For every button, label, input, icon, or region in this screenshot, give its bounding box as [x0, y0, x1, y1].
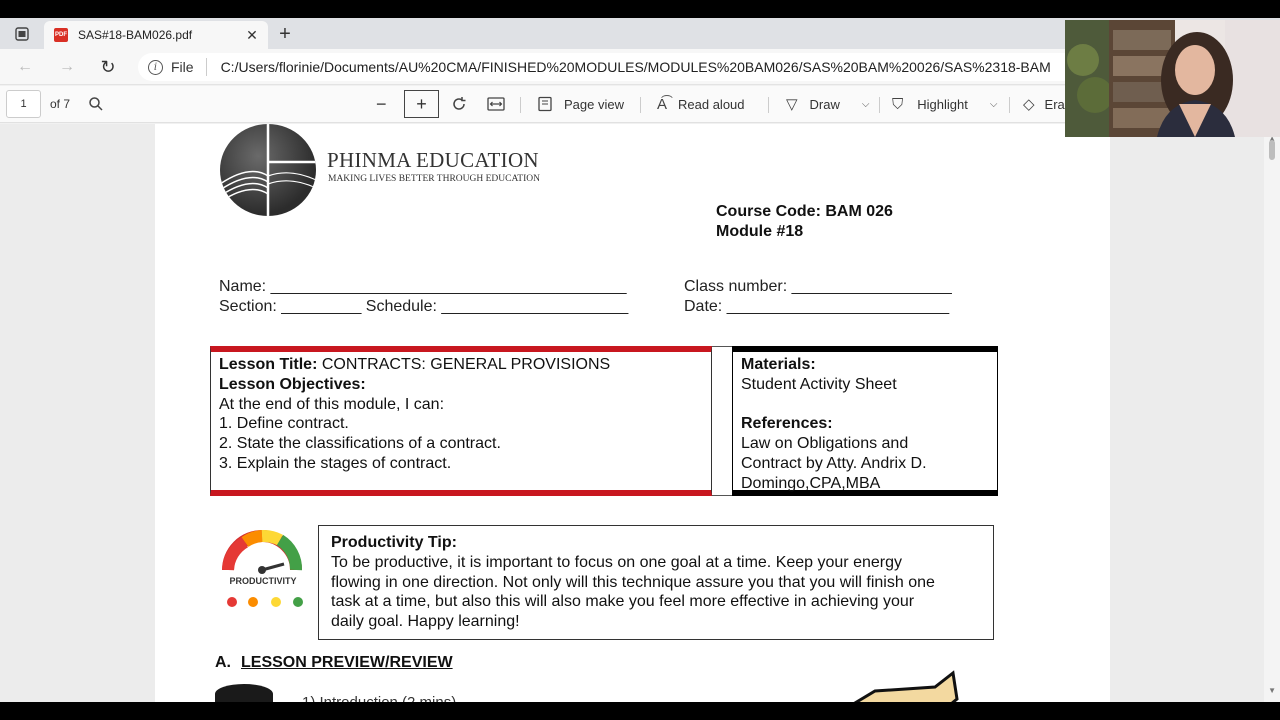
draw-button[interactable]: ▽ Draw ⌵ [786, 90, 869, 118]
course-code: Course Code: BAM 026 [716, 203, 893, 220]
refresh-icon[interactable]: ↻ [97, 56, 119, 78]
materials-value: Student Activity Sheet [741, 375, 897, 393]
new-tab-button[interactable]: + [274, 23, 296, 45]
name-field: Name: __________________________________… [219, 278, 627, 295]
pdf-file-icon: PDF [54, 28, 68, 42]
toolbar-divider [1009, 97, 1010, 113]
module-number: Module #18 [716, 223, 804, 240]
read-aloud-icon: A͡ [657, 95, 668, 113]
box-connector [712, 346, 732, 496]
zoom-out-icon[interactable]: − [376, 90, 387, 118]
page-number-input[interactable]: 1 [6, 90, 41, 118]
address-divider [205, 58, 207, 76]
tip-heading: Productivity Tip: [331, 534, 457, 551]
fit-width-icon[interactable] [487, 90, 505, 118]
pdf-page: PHINMA EDUCATION MAKING LIVES BETTER THR… [155, 124, 1110, 702]
reference-line: Contract by Atty. Andrix D. [741, 454, 927, 472]
eraser-icon: ◇ [1023, 96, 1035, 113]
url-text[interactable]: C:/Users/florinie/Documents/AU%20CMA/FIN… [221, 59, 1051, 75]
reference-line: Law on Obligations and [741, 435, 909, 453]
draw-label: Draw [809, 96, 840, 112]
intro-line: 1) Introduction (2 mins) [302, 694, 456, 702]
scrollbar[interactable]: ▲ ▼ [1264, 124, 1280, 702]
chevron-down-icon[interactable]: ⌵ [862, 99, 870, 110]
gauge-label: PRODUCTIVITY [229, 576, 297, 586]
chevron-down-icon[interactable]: ⌵ [990, 99, 998, 110]
objective-item: 3. Explain the stages of contract. [219, 454, 452, 472]
scroll-down-icon[interactable]: ▼ [1268, 686, 1276, 695]
objectives-intro: At the end of this module, I can: [219, 395, 445, 413]
tab-actions-icon[interactable] [10, 24, 34, 44]
materials-heading: Materials: [741, 356, 816, 373]
toolbar-divider [520, 97, 521, 113]
date-field: Date: _________________________ [684, 298, 950, 315]
info-icon[interactable]: i [148, 59, 163, 75]
tip-line: task at a time, but also this will also … [331, 593, 915, 611]
tip-line: daily goal. Happy learning! [331, 613, 520, 631]
page-total: of 7 [50, 97, 71, 111]
page-view-label: Page view [564, 96, 624, 112]
productivity-tip-box: Productivity Tip: To be productive, it i… [318, 525, 994, 640]
clipart-icon [835, 669, 959, 702]
highlight-button[interactable]: ⛉ Highlight ⌵ [892, 90, 997, 118]
erase-button[interactable]: ◇ Era [1023, 90, 1065, 118]
page-view-icon [538, 96, 552, 112]
zoom-in-icon[interactable]: + [404, 90, 439, 118]
highlight-label: Highlight [917, 96, 968, 112]
graduation-cap-icon [215, 684, 273, 702]
read-aloud-button[interactable]: A͡ Read aloud [657, 90, 745, 118]
read-aloud-label: Read aloud [678, 96, 745, 112]
toolbar-divider [879, 97, 880, 113]
course-info: Course Code: BAM 026 Module #18 [716, 202, 893, 242]
rotate-icon[interactable] [451, 90, 467, 118]
back-arrow-icon[interactable]: ← [14, 56, 36, 78]
section-heading: A. LESSON PREVIEW/REVIEW [215, 654, 453, 671]
objectives-heading: Lesson Objectives: [219, 375, 366, 393]
page-view-button[interactable]: Page view [537, 90, 624, 118]
erase-label: Era [1044, 96, 1065, 112]
phinma-logo-icon [220, 124, 316, 216]
search-icon[interactable] [88, 90, 104, 118]
class-number-field: Class number: __________________ [684, 278, 952, 295]
references-heading: References: [741, 415, 833, 433]
close-icon[interactable]: ✕ [242, 27, 262, 44]
section-schedule-field: Section: _________ Schedule: ___________… [219, 298, 629, 315]
brand-name: PHINMA EDUCATION [327, 148, 539, 172]
tab-title: SAS#18-BAM026.pdf [78, 28, 193, 42]
objective-item: 1. Define contract. [219, 415, 349, 433]
objective-item: 2. State the classifications of a contra… [219, 435, 501, 453]
forward-arrow-icon[interactable]: → [56, 56, 78, 78]
brand-tagline: MAKING LIVES BETTER THROUGH EDUCATION [328, 174, 540, 184]
scroll-thumb[interactable] [1269, 140, 1275, 160]
webcam-overlay [1065, 20, 1280, 137]
toolbar-divider [640, 97, 641, 113]
file-label: File [171, 59, 194, 75]
tip-line: flowing in one direction. Not only will … [331, 573, 935, 591]
tip-line: To be productive, it is important to foc… [331, 553, 902, 571]
toolbar-divider [768, 97, 769, 113]
pdf-viewer[interactable]: PHINMA EDUCATION MAKING LIVES BETTER THR… [0, 124, 1280, 702]
tab-pdf[interactable]: PDF SAS#18-BAM026.pdf ✕ [44, 21, 268, 49]
reference-line: Domingo,CPA,MBA [741, 474, 881, 492]
lesson-title: Lesson Title: CONTRACTS: GENERAL PROVISI… [219, 356, 611, 373]
lesson-box: Lesson Title: CONTRACTS: GENERAL PROVISI… [210, 346, 712, 496]
pen-icon: ▽ [786, 96, 798, 113]
productivity-gauge-icon: PRODUCTIVITY [220, 528, 310, 613]
highlighter-icon: ⛉ [892, 95, 904, 113]
materials-box: Materials: Student Activity Sheet Refere… [732, 346, 998, 496]
